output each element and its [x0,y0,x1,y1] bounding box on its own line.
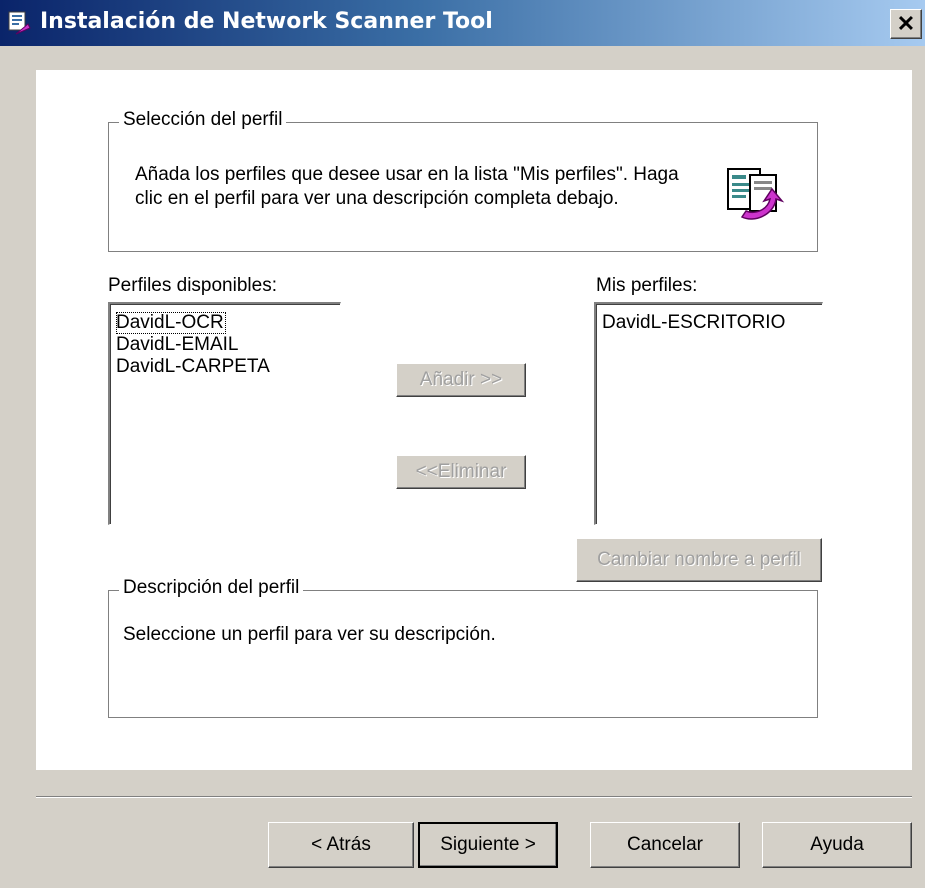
next-button[interactable]: Siguiente > [418,822,558,868]
selection-groupbox: Selección del perfil Añada los perfiles … [108,109,818,252]
close-icon: ✕ [896,11,916,36]
title-bar[interactable]: Instalación de Network Scanner Tool ✕ [0,0,925,46]
selection-legend: Selección del perfil [119,109,287,131]
back-button[interactable]: < Atrás [268,822,414,868]
close-button[interactable]: ✕ [890,9,922,39]
description-text: Seleccione un perfil para ver su descrip… [123,624,496,645]
list-item[interactable]: DavidL-EMAIL [110,334,340,356]
list-item[interactable]: DavidL-ESCRITORIO [596,312,822,334]
window-title: Instalación de Network Scanner Tool [40,9,493,34]
description-legend: Descripción del perfil [119,577,304,599]
my-profiles-label: Mis perfiles: [596,275,698,296]
my-profiles-list[interactable]: DavidL-ESCRITORIO [594,302,823,525]
description-groupbox: Descripción del perfil Seleccione un per… [108,577,818,718]
available-profiles-list[interactable]: DavidL-OCR DavidL-EMAIL DavidL-CARPETA [108,302,341,525]
setup-icon [8,11,31,35]
list-item[interactable]: DavidL-OCR [110,312,340,334]
help-button[interactable]: Ayuda [762,822,912,868]
remove-button[interactable]: <<Eliminar [396,455,526,489]
footer-separator [36,796,912,798]
add-button[interactable]: Añadir >> [396,363,526,397]
available-profiles-label: Perfiles disponibles: [108,275,277,296]
selection-instructions: Añada los perfiles que desee usar en la … [135,164,679,209]
profile-document-arrow-icon [727,168,785,220]
cancel-button[interactable]: Cancelar [590,822,740,868]
rename-profile-button[interactable]: Cambiar nombre a perfil [576,538,822,582]
list-item[interactable]: DavidL-CARPETA [110,356,340,378]
